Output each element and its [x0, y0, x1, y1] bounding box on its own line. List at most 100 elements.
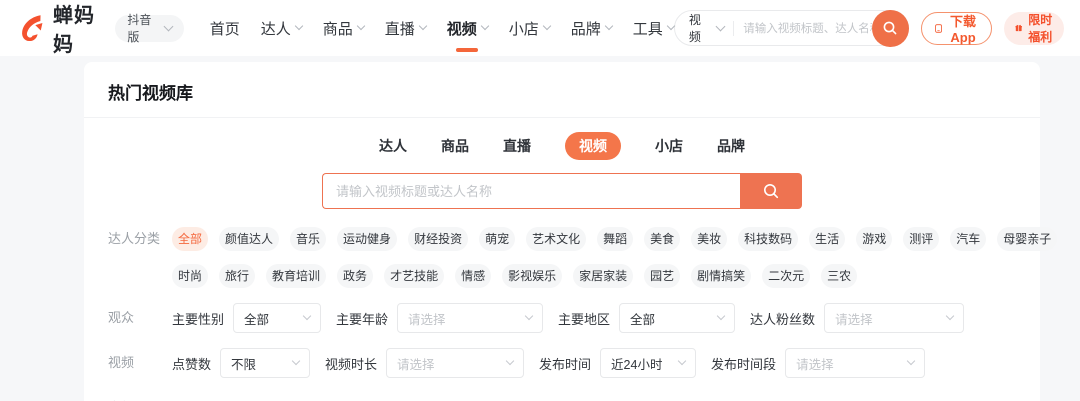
category-pill[interactable]: 家居家装	[573, 264, 634, 288]
select-value: 不限	[231, 357, 257, 372]
category-pill[interactable]: 运动健身	[337, 227, 398, 251]
category-pill[interactable]: 测评	[903, 227, 940, 251]
chevron-down-icon	[945, 311, 955, 321]
chevron-down-icon	[291, 356, 301, 366]
card-header: 热门视频库	[84, 62, 1040, 118]
top-search-category-value: 视频	[688, 13, 701, 44]
top-search-category-select[interactable]: 视频	[688, 11, 726, 45]
nav-item-video[interactable]: 视频	[446, 18, 490, 39]
tab-shop[interactable]: 小店	[655, 136, 683, 156]
category-pill[interactable]: 生活	[809, 227, 846, 251]
main-age-select[interactable]: 请选择	[397, 303, 544, 333]
top-search-button[interactable]	[871, 9, 909, 47]
field-label: 主要年龄	[336, 311, 389, 327]
tab-product[interactable]: 商品	[441, 136, 469, 156]
nav-item-shop[interactable]: 小店	[509, 18, 552, 39]
tab-live[interactable]: 直播	[503, 136, 531, 156]
tab-brand[interactable]: 品牌	[717, 136, 745, 156]
nav-label: 视频	[446, 20, 477, 38]
download-app-button[interactable]: 下载App	[920, 11, 993, 45]
nav-item-product[interactable]: 商品	[323, 18, 365, 39]
category-pill[interactable]: 艺术文化	[526, 227, 587, 251]
audience-fields: 主要性别 全部 主要年龄 请选择 主要地区 全部 达人粉丝数 请选择	[172, 303, 979, 333]
chevron-down-icon	[302, 311, 312, 321]
category-pill[interactable]: 音乐	[290, 227, 327, 251]
category-pill[interactable]: 政务	[337, 264, 374, 288]
category-pill[interactable]: 科技数码	[738, 227, 799, 251]
publish-time-select[interactable]: 近24小时	[600, 348, 697, 378]
category-pill[interactable]: 时尚	[172, 264, 209, 288]
category-pill[interactable]: 园艺	[644, 264, 681, 288]
category-pill-all[interactable]: 全部	[172, 227, 209, 251]
category-pill[interactable]: 游戏	[856, 227, 893, 251]
nav-item-live[interactable]: 直播	[385, 18, 427, 39]
category-pill[interactable]: 颜值达人	[219, 227, 280, 251]
tab-influencer[interactable]: 达人	[379, 136, 407, 156]
chevron-down-icon	[356, 21, 365, 31]
top-search-placeholder[interactable]: 请输入视频标题、达人名称	[743, 20, 872, 36]
search-icon	[764, 184, 779, 199]
like-count-select[interactable]: 不限	[220, 348, 311, 378]
nav-item-home[interactable]: 首页	[210, 18, 240, 39]
filter-label-advanced: 高级	[108, 393, 166, 401]
video-fields: 点赞数 不限 视频时长 请选择 发布时间 近24小时 发布时间段 请选择	[172, 348, 940, 378]
category-pill[interactable]: 剧情搞笑	[691, 264, 752, 288]
category-pill[interactable]: 美食	[644, 227, 681, 251]
filter-label-video: 视频	[108, 355, 135, 370]
page-title: 热门视频库	[108, 84, 193, 103]
filter-row-advanced: 高级 关联商品 关联团购 低粉爆款	[108, 393, 1016, 401]
video-search-input[interactable]	[322, 173, 740, 209]
nav-label: 品牌	[570, 20, 601, 38]
brand[interactable]: 蝉妈妈	[16, 0, 101, 57]
edition-switcher[interactable]: 抖音版	[115, 13, 184, 44]
category-pill-line-2: 时尚 旅行 教育培训 政务 才艺技能 情感 影视娱乐 家居家装 园艺 剧情搞笑 …	[172, 264, 1057, 288]
nav-item-tools[interactable]: 工具	[632, 18, 676, 39]
category-pill[interactable]: 才艺技能	[384, 264, 445, 288]
main-nav: 首页 达人 商品 直播 视频 小店 品牌 工具	[210, 18, 676, 39]
field-label: 视频时长	[325, 356, 378, 372]
tab-video[interactable]: 视频	[565, 132, 621, 160]
gift-icon	[1015, 24, 1023, 32]
video-search-bar	[322, 173, 802, 209]
main-gender-select[interactable]: 全部	[233, 303, 322, 333]
category-pill[interactable]: 教育培训	[266, 264, 327, 288]
field-follower-count: 达人粉丝数 请选择	[750, 303, 965, 333]
category-pill[interactable]: 舞蹈	[597, 227, 634, 251]
category-pill[interactable]: 影视娱乐	[502, 264, 563, 288]
nav-label: 工具	[632, 20, 663, 38]
follower-count-select[interactable]: 请选择	[824, 303, 965, 333]
category-pill[interactable]: 旅行	[219, 264, 256, 288]
category-pill[interactable]: 母婴亲子	[997, 227, 1058, 251]
category-pill[interactable]: 情感	[455, 264, 492, 288]
main-region-select[interactable]: 全部	[619, 303, 736, 333]
promo-button[interactable]: 限时福利	[1004, 11, 1064, 45]
search-icon	[883, 21, 897, 35]
chevron-down-icon	[677, 356, 687, 366]
field-label: 发布时间段	[711, 356, 777, 372]
top-search[interactable]: 视频 请输入视频标题、达人名称	[673, 9, 909, 47]
publish-time-range-select[interactable]: 请选择	[785, 348, 926, 378]
category-pill[interactable]: 萌宠	[479, 227, 516, 251]
brand-name: 蝉妈妈	[53, 5, 95, 56]
video-duration-select[interactable]: 请选择	[386, 348, 525, 378]
field-main-age: 主要年龄 请选择	[336, 303, 544, 333]
field-label: 主要性别	[172, 311, 225, 327]
nav-item-brand[interactable]: 品牌	[570, 18, 614, 39]
category-pill[interactable]: 汽车	[950, 227, 987, 251]
chevron-down-icon	[715, 21, 726, 31]
select-value: 全部	[244, 312, 270, 327]
category-pill[interactable]: 二次元	[762, 264, 811, 288]
filter-row-category: 达人分类 全部 颜值达人 音乐 运动健身 财经投资 萌宠 艺术文化 舞蹈 美食	[108, 227, 1058, 288]
category-pill[interactable]: 美妆	[691, 227, 728, 251]
field-main-gender: 主要性别 全部	[172, 303, 322, 333]
chevron-down-icon	[542, 21, 552, 31]
hot-video-library-card: 热门视频库 达人 商品 直播 视频 小店 品牌 请输入视频标题或达人名称 达人分…	[84, 62, 1058, 401]
chevron-down-icon	[604, 21, 614, 31]
nav-item-influencer[interactable]: 达人	[261, 18, 303, 39]
video-search-button[interactable]	[740, 173, 802, 209]
select-value: 请选择	[796, 357, 834, 372]
select-value: 请选择	[835, 312, 873, 327]
category-pill[interactable]: 三农	[821, 264, 858, 288]
category-pill[interactable]: 财经投资	[408, 227, 469, 251]
main-content: 热门视频库 达人 商品 直播 视频 小店 品牌 请输入视频标题或达人名称 达人分…	[0, 62, 1080, 401]
